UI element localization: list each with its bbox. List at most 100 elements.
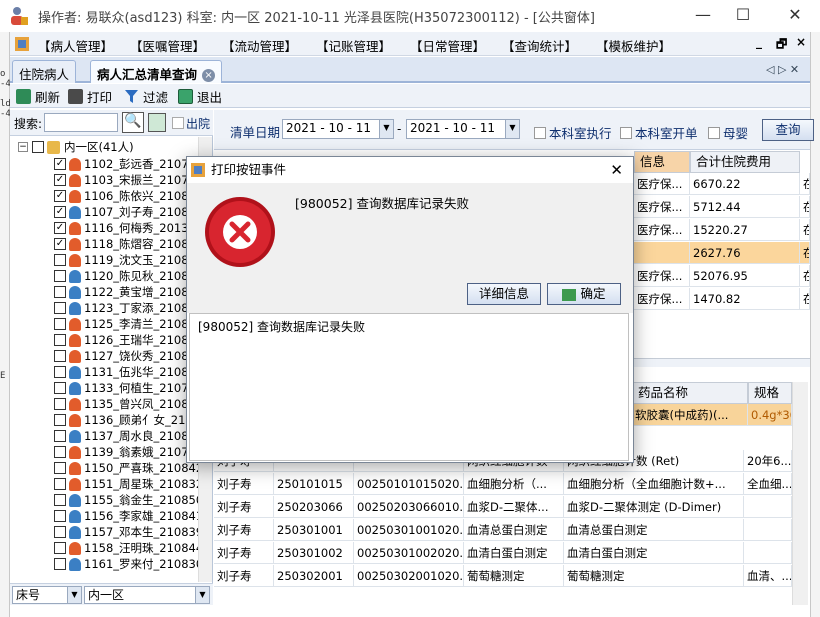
fee-detail-cell[interactable]: 00250302001020... [354,565,464,587]
patient-checkbox[interactable]: ✓ [54,222,66,234]
tree-root-checkbox[interactable] [32,141,44,153]
patient-tree-item[interactable]: 1157_邓本生_210839 [54,524,203,540]
fee-detail-cell[interactable]: 血清总蛋白测定 [564,519,744,541]
fee-detail-cell[interactable]: 20年6... [744,450,792,472]
patient-checkbox[interactable] [54,494,66,506]
mdi-minimize-button[interactable]: _ [756,35,762,49]
fee-detail-cell[interactable]: 血细胞分析（全血细胞计数+... [564,473,744,495]
summary-cell[interactable]: 医疗保... [634,265,690,287]
summary-cell[interactable]: 1470.82 [690,288,800,310]
patient-checkbox[interactable]: ✓ [54,158,66,170]
patient-tree-item[interactable]: 1150_严喜珠_210842 [54,460,203,476]
patient-checkbox[interactable] [54,318,66,330]
grid-header-total-fee[interactable]: 合计住院费用 [690,151,800,173]
fee-detail-cell[interactable]: 血清白蛋白测定 [464,542,564,564]
patient-tree-item[interactable]: 1126_王瑞华_2108 [54,332,189,348]
patient-checkbox[interactable]: ✓ [54,238,66,250]
menu-order-mgmt[interactable]: 【医嘱管理】 [130,36,205,55]
search-input[interactable] [44,113,118,132]
patient-checkbox[interactable] [54,350,66,362]
patient-checkbox[interactable] [54,542,66,554]
detail-grid-scrollbar[interactable] [792,382,808,605]
patient-tree-item[interactable]: 1125_李清兰_2108 [54,316,189,332]
fee-detail-cell[interactable]: 00250101015020... [354,473,464,495]
select-all-icon[interactable] [148,113,166,132]
patient-checkbox[interactable] [54,478,66,490]
menu-query-stats[interactable]: 【查询统计】 [502,36,577,55]
fee-detail-cell[interactable]: 血细胞分析（... [464,473,564,495]
summary-cell[interactable] [634,242,690,264]
patient-tree-item[interactable]: 1155_翁金生_210850 [54,492,203,508]
patient-tree-item[interactable]: 1123_丁家添_2108 [54,300,189,316]
patient-checkbox[interactable] [54,366,66,378]
sort-field-select[interactable]: 床号 ▼ [12,586,82,604]
fee-detail-cell[interactable] [744,519,792,541]
grid-header-spec[interactable]: 规格 [748,382,792,404]
grid-header-info[interactable]: 信息 [634,151,690,173]
summary-cell[interactable]: 2627.76 [690,242,800,264]
fee-detail-cell[interactable]: 刘子寿 [214,519,274,541]
patient-checkbox[interactable] [54,302,66,314]
grid-header-drug-name[interactable]: 药品名称 [632,382,748,404]
open-dept-checkbox[interactable] [620,126,632,139]
summary-cell[interactable]: 医疗保... [634,196,690,218]
patient-tree-item[interactable]: ✓ 1106_陈依兴_2108 [54,188,189,204]
patient-checkbox[interactable] [54,382,66,394]
patient-checkbox[interactable] [54,558,66,570]
summary-cell[interactable]: 在 [800,173,810,195]
patient-tree-item[interactable]: 1161_罗来付_210830 [54,556,203,572]
patient-tree-item[interactable]: 1122_黄宝增_2108 [54,284,189,300]
patient-tree-item[interactable]: ✓ 1102_彭远香_2107 [54,156,189,172]
patient-checkbox[interactable] [54,254,66,266]
summary-cell[interactable]: 医疗保... [634,288,690,310]
patient-tree-item[interactable]: 1135_曾兴凤_2108 [54,396,189,412]
fee-detail-cell[interactable]: 00250301001020... [354,519,464,541]
fee-detail-cell[interactable]: 250302001 [274,565,354,587]
fee-detail-cell[interactable]: 刘子寿 [214,565,274,587]
patient-checkbox[interactable] [54,462,66,474]
summary-cell[interactable]: 6670.22 [690,173,800,195]
tab-inpatients[interactable]: 住院病人 [12,60,77,83]
patient-checkbox[interactable] [54,430,66,442]
patient-checkbox[interactable] [54,446,66,458]
exec-dept-option[interactable]: 本科室执行 [534,123,612,142]
patient-checkbox[interactable] [54,510,66,522]
dialog-close-icon[interactable]: ✕ [610,157,623,183]
fee-detail-cell[interactable]: 血清总蛋白测定 [464,519,564,541]
close-icon[interactable]: × [202,69,216,82]
error-detail-text[interactable]: [980052] 查询数据库记录失败 [189,313,629,461]
patient-checkbox[interactable]: ✓ [54,206,66,218]
exec-dept-checkbox[interactable] [534,126,546,139]
patient-tree-item[interactable]: 1158_汪明珠_210844 [54,540,203,556]
menu-patient-mgmt[interactable]: 【病人管理】 [38,36,113,55]
fee-detail-cell[interactable]: 刘子寿 [214,496,274,518]
fee-detail-cell[interactable]: 00250203066010... [354,496,464,518]
summary-cell[interactable]: 医疗保... [634,173,690,195]
mother-baby-option[interactable]: 母婴 [708,123,748,142]
fee-detail-cell[interactable]: 刘子寿 [214,542,274,564]
summary-cell[interactable]: 在 [800,196,810,218]
date-to-picker[interactable]: 2021 - 10 - 11 ▼ [406,119,520,139]
fee-detail-cell[interactable]: 葡萄糖测定 [564,565,744,587]
print-button[interactable]: 打印 [68,87,112,105]
patient-tree-item[interactable]: 1151_周星珠_210832 [54,476,203,492]
summary-cell[interactable]: 5712.44 [690,196,800,218]
exit-button[interactable]: 退出 [178,87,222,105]
tab-patient-summary-query[interactable]: 病人汇总清单查询 × [90,60,223,83]
patient-tree-item[interactable]: 1137_周水良_2108 [54,428,189,444]
patient-checkbox[interactable] [54,334,66,346]
ward-select[interactable]: 内一区 ▼ [84,586,210,604]
fee-detail-cell[interactable] [744,542,792,564]
patient-checkbox[interactable] [54,414,66,426]
drug-name-cell[interactable]: 软胶囊(中成药)(... [632,404,748,426]
maximize-button[interactable]: ☐ [720,0,766,32]
patient-checkbox[interactable]: ✓ [54,190,66,202]
search-icon[interactable]: 🔍 [122,112,144,133]
menu-billing-mgmt[interactable]: 【记账管理】 [316,36,391,55]
fee-detail-cell[interactable]: 250301001 [274,519,354,541]
patient-tree-item[interactable]: ✓ 1118_陈熠容_2108 [54,236,189,252]
patient-checkbox[interactable]: ✓ [54,174,66,186]
fee-detail-cell[interactable]: 全血细... [744,473,792,495]
close-button[interactable]: ✕ [772,0,818,32]
mdi-close-button[interactable]: × [796,35,806,49]
